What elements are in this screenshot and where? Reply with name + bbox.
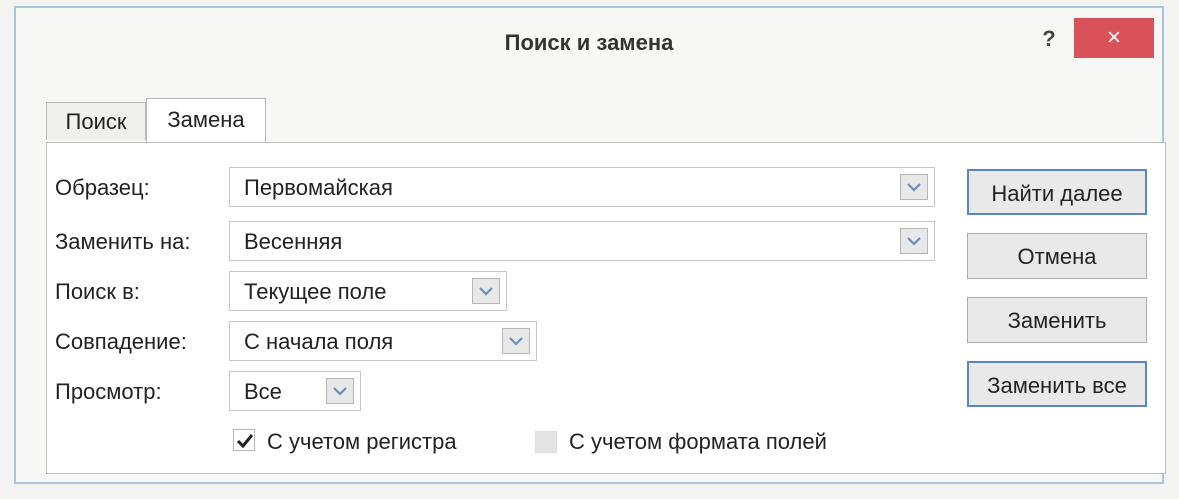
- pattern-value: Первомайская: [244, 175, 393, 200]
- match-case-label: С учетом регистра: [267, 429, 457, 454]
- close-button[interactable]: ×: [1074, 18, 1154, 58]
- replace-label: Заменить на:: [55, 229, 191, 254]
- view-value: Все: [244, 379, 282, 404]
- replace-combobox[interactable]: Весенняя: [229, 221, 935, 261]
- search-in-value: Текущее поле: [244, 279, 387, 304]
- pattern-combobox[interactable]: Первомайская: [229, 167, 935, 207]
- dialog-title: Поиск и замена: [504, 30, 674, 55]
- view-select[interactable]: Все: [229, 371, 361, 411]
- cancel-button[interactable]: Отмена: [967, 233, 1147, 279]
- replace-value: Весенняя: [244, 229, 343, 254]
- chevron-down-icon[interactable]: [472, 278, 500, 304]
- chevron-down-icon[interactable]: [502, 328, 530, 354]
- search-in-label: Поиск в:: [55, 279, 140, 304]
- replace-button[interactable]: Заменить: [967, 297, 1147, 343]
- title-bar: Поиск и замена ? ×: [16, 8, 1162, 78]
- search-in-select[interactable]: Текущее поле: [229, 271, 507, 311]
- match-format-label: С учетом формата полей: [569, 429, 827, 454]
- find-next-button[interactable]: Найти далее: [967, 169, 1147, 215]
- chevron-down-icon[interactable]: [900, 174, 928, 200]
- match-value: С начала поля: [244, 329, 394, 354]
- chevron-down-icon[interactable]: [326, 378, 354, 404]
- tab-find[interactable]: Поиск: [46, 102, 146, 140]
- help-button[interactable]: ?: [1032, 22, 1066, 56]
- match-format-checkbox[interactable]: [535, 431, 557, 453]
- chevron-down-icon[interactable]: [900, 228, 928, 254]
- match-case-checkbox[interactable]: [233, 429, 255, 451]
- view-label: Просмотр:: [55, 379, 162, 404]
- pattern-label: Образец:: [55, 175, 150, 200]
- replace-all-button[interactable]: Заменить все: [967, 361, 1147, 407]
- match-label: Совпадение:: [55, 329, 187, 354]
- replace-panel: Образец: Первомайская Заменить на: Весен…: [46, 142, 1166, 474]
- find-replace-dialog: Поиск и замена ? × Поиск Замена Образец:…: [14, 6, 1166, 484]
- tab-replace[interactable]: Замена: [146, 98, 266, 144]
- match-select[interactable]: С начала поля: [229, 321, 537, 361]
